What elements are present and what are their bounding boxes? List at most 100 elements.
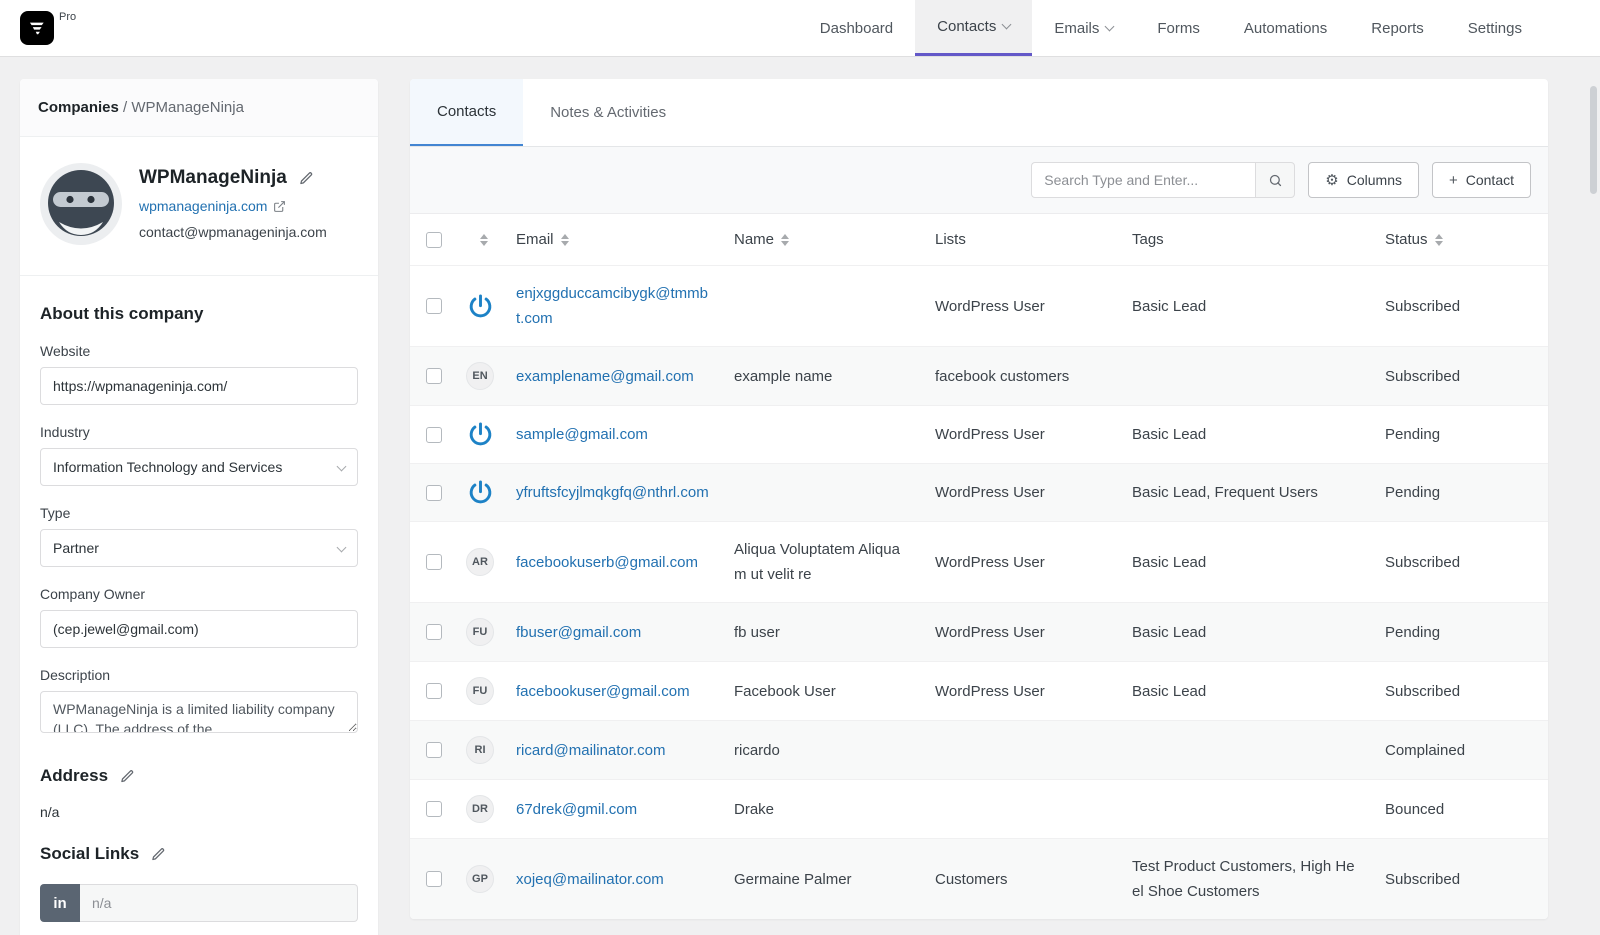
page-body: Companies / WPManageNinja WPManageNinja xyxy=(0,56,1600,935)
contact-lists: WordPress User xyxy=(935,426,1045,443)
field-description: Description WPManageNinja is a limited l… xyxy=(40,667,358,738)
about-company-title: About this company xyxy=(40,304,204,323)
contact-status: Subscribed xyxy=(1385,870,1461,888)
contact-status: Bounced xyxy=(1385,800,1445,818)
contact-name xyxy=(734,266,935,347)
social-links-title: Social Links xyxy=(40,844,140,863)
table-row[interactable]: FU fbuser@gmail.com fb user WordPress Us… xyxy=(410,602,1548,662)
company-name: WPManageNinja xyxy=(139,167,287,188)
company-website-link[interactable]: wpmanageninja.com xyxy=(139,198,286,214)
fluentcrm-logo-icon[interactable] xyxy=(20,11,54,45)
column-label: Name xyxy=(734,231,775,248)
chevron-down-icon xyxy=(336,461,347,471)
nav-item-emails[interactable]: Emails xyxy=(1032,0,1135,56)
nav-item-contacts[interactable]: Contacts xyxy=(915,0,1033,56)
table-row[interactable]: RI ricard@mailinator.com ricardo Complai… xyxy=(410,720,1548,780)
contact-status: Subscribed xyxy=(1385,682,1461,700)
sort-name-icon[interactable] xyxy=(781,234,790,247)
table-row[interactable]: FU facebookuser@gmail.com Facebook User … xyxy=(410,661,1548,721)
type-select[interactable]: Partner xyxy=(40,529,358,567)
breadcrumb-companies-link[interactable]: Companies xyxy=(38,99,119,116)
table-row[interactable]: yfruftsfcyjlmqkgfq@nthrl.com WordPress U… xyxy=(410,463,1548,522)
contact-email-link[interactable]: xojeq@mailinator.com xyxy=(516,871,664,888)
contacts-table: Email Name Lists Tags Status enjxggducca… xyxy=(410,214,1548,919)
nav-label: Dashboard xyxy=(819,19,894,37)
sort-email-icon[interactable] xyxy=(560,234,569,247)
contact-email-link[interactable]: yfruftsfcyjlmqkgfq@nthrl.com xyxy=(516,484,709,501)
contact-tags: Basic Lead xyxy=(1132,623,1207,641)
contact-email-link[interactable]: sample@gmail.com xyxy=(516,426,648,443)
company-profile-info: WPManageNinja wpmanageninja.com contact@… xyxy=(139,163,327,245)
company-owner-input[interactable] xyxy=(40,610,358,648)
nav-item-reports[interactable]: Reports xyxy=(1349,0,1446,56)
breadcrumb: Companies / WPManageNinja xyxy=(20,79,378,137)
nav-item-automations[interactable]: Automations xyxy=(1222,0,1349,56)
search-button[interactable] xyxy=(1255,162,1296,198)
main-nav: Dashboard Contacts Emails Forms Automati… xyxy=(798,0,1600,56)
contact-email-link[interactable]: enjxggduccamcibygk@tmmbt.com xyxy=(516,285,708,327)
row-checkbox[interactable] xyxy=(426,426,442,443)
table-row[interactable]: enjxggduccamcibygk@tmmbt.com WordPress U… xyxy=(410,265,1548,347)
contact-lists: WordPress User xyxy=(935,623,1045,641)
field-type: Type Partner xyxy=(40,505,358,567)
contact-status: Pending xyxy=(1385,484,1441,501)
column-label: Status xyxy=(1385,231,1428,248)
table-row[interactable]: DR 67drek@gmil.com Drake Bounced xyxy=(410,779,1548,839)
search-input[interactable] xyxy=(1031,162,1256,198)
contact-lists: WordPress User xyxy=(935,682,1045,700)
row-checkbox[interactable] xyxy=(426,871,442,887)
gear-icon: ⚙ xyxy=(1325,172,1339,189)
field-label: Company Owner xyxy=(40,586,146,602)
column-header-name[interactable]: Name xyxy=(734,214,935,266)
nav-item-forms[interactable]: Forms xyxy=(1135,0,1222,56)
sort-avatar-icon[interactable] xyxy=(479,234,488,247)
avatar: AR xyxy=(466,548,494,576)
table-row[interactable]: AR facebookuserb@gmail.com Aliqua Volupt… xyxy=(410,521,1548,603)
field-label: Website xyxy=(40,343,91,359)
linkedin-input[interactable] xyxy=(80,884,358,922)
add-contact-button[interactable]: + Contact xyxy=(1431,162,1531,198)
edit-address-icon[interactable] xyxy=(120,769,135,784)
row-checkbox[interactable] xyxy=(426,624,442,640)
columns-button[interactable]: ⚙ Columns xyxy=(1308,162,1419,198)
tab-notes-activities[interactable]: Notes & Activities xyxy=(523,79,693,146)
column-header-email[interactable]: Email xyxy=(516,214,734,266)
contact-email-link[interactable]: fbuser@gmail.com xyxy=(516,624,641,641)
row-checkbox[interactable] xyxy=(426,484,442,501)
contact-email-link[interactable]: ricard@mailinator.com xyxy=(516,742,665,759)
contact-email-link[interactable]: examplename@gmail.com xyxy=(516,368,694,385)
contact-name: ricardo xyxy=(734,741,780,759)
description-textarea[interactable]: WPManageNinja is a limited liability com… xyxy=(40,691,358,733)
tab-contacts[interactable]: Contacts xyxy=(410,79,524,146)
nav-item-settings[interactable]: Settings xyxy=(1446,0,1544,56)
website-text: wpmanageninja.com xyxy=(139,198,268,214)
table-header-row: Email Name Lists Tags Status xyxy=(410,214,1548,266)
row-checkbox[interactable] xyxy=(426,683,442,699)
sort-status-icon[interactable] xyxy=(1434,234,1443,247)
contact-email-link[interactable]: 67drek@gmil.com xyxy=(516,801,637,818)
select-all-checkbox[interactable] xyxy=(426,231,442,248)
breadcrumb-current: WPManageNinja xyxy=(131,99,244,116)
table-row[interactable]: EN examplename@gmail.com example name fa… xyxy=(410,346,1548,406)
contact-status: Subscribed xyxy=(1385,297,1461,315)
contact-email-link[interactable]: facebookuserb@gmail.com xyxy=(516,554,698,571)
scrollbar[interactable] xyxy=(1590,86,1597,194)
industry-select[interactable]: Information Technology and Services xyxy=(40,448,358,486)
nav-label: Settings xyxy=(1467,19,1522,37)
nav-label: Emails xyxy=(1054,19,1100,37)
row-checkbox[interactable] xyxy=(426,368,442,384)
nav-item-dashboard[interactable]: Dashboard xyxy=(798,0,915,56)
edit-social-links-icon[interactable] xyxy=(151,847,166,862)
row-checkbox[interactable] xyxy=(426,742,442,758)
row-checkbox[interactable] xyxy=(426,554,442,570)
row-checkbox[interactable] xyxy=(426,298,442,314)
contact-email-link[interactable]: facebookuser@gmail.com xyxy=(516,683,690,700)
table-row[interactable]: GP xojeq@mailinator.com Germaine Palmer … xyxy=(410,838,1548,919)
contact-tags: Basic Lead, Frequent Users xyxy=(1132,484,1318,501)
website-input[interactable] xyxy=(40,367,358,405)
search-icon xyxy=(1269,174,1281,186)
column-header-status[interactable]: Status xyxy=(1385,214,1548,266)
row-checkbox[interactable] xyxy=(426,801,442,817)
table-row[interactable]: sample@gmail.com WordPress User Basic Le… xyxy=(410,405,1548,464)
edit-company-name-icon[interactable] xyxy=(299,171,314,186)
